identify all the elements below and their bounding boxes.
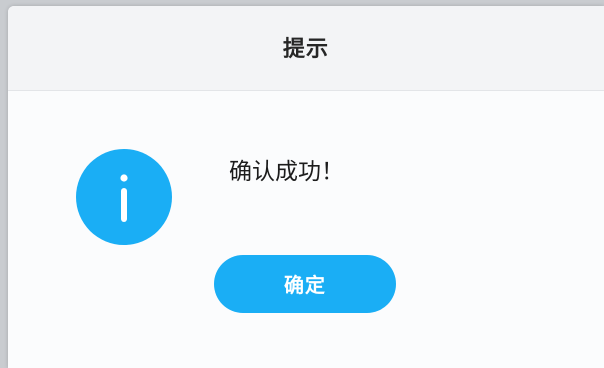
info-icon — [76, 149, 172, 245]
confirm-button[interactable]: 确定 — [214, 255, 396, 313]
dialog-message: 确认成功！ — [229, 159, 344, 185]
dialog-title: 提示 — [282, 37, 329, 62]
info-glyph-icon — [120, 174, 128, 222]
alert-dialog: 提示 确认成功！ 确定 — [8, 6, 604, 368]
dialog-header: 提示 — [8, 6, 604, 91]
